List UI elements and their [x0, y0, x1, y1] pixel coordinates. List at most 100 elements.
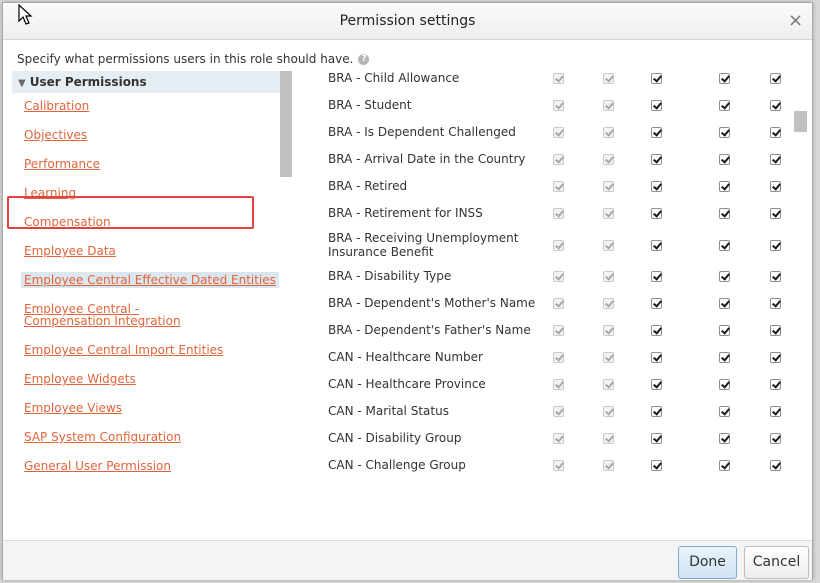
collapse-triangle-icon[interactable]: ▼	[18, 73, 26, 95]
permission-checkbox[interactable]	[651, 208, 662, 219]
category-link[interactable]: Objectives	[24, 129, 87, 141]
permission-row: BRA - Dependent's Father's Name	[323, 323, 793, 347]
dialog-title: Permission settings	[339, 13, 476, 29]
category-link[interactable]: Employee Central - Compensation Integrat…	[24, 303, 224, 327]
permission-checkbox[interactable]	[770, 406, 781, 417]
permission-checkbox[interactable]	[770, 433, 781, 444]
permission-checkbox[interactable]	[770, 460, 781, 471]
category-link[interactable]: Employee Central Import Entities	[24, 344, 223, 356]
permission-checkbox[interactable]	[770, 352, 781, 363]
permission-checkbox	[603, 352, 614, 363]
category-link[interactable]: Employee Views	[24, 402, 122, 414]
permission-checkbox[interactable]	[770, 154, 781, 165]
permission-label: BRA - Child Allowance	[328, 71, 460, 85]
left-scrollbar-thumb[interactable]	[280, 71, 292, 177]
permission-checkbox[interactable]	[770, 73, 781, 84]
permission-checkbox[interactable]	[770, 379, 781, 390]
permission-label: BRA - Retired	[328, 179, 408, 193]
permission-checkbox[interactable]	[719, 460, 730, 471]
permission-checkbox[interactable]	[719, 352, 730, 363]
category-link[interactable]: Performance	[24, 158, 100, 170]
permission-checkbox	[603, 433, 614, 444]
permission-checkbox[interactable]	[719, 181, 730, 192]
permission-checkbox[interactable]	[651, 271, 662, 282]
permission-checkbox[interactable]	[719, 406, 730, 417]
permission-checkbox[interactable]	[770, 181, 781, 192]
permission-label: BRA - Disability Type	[328, 269, 452, 283]
permission-checkbox	[603, 100, 614, 111]
permission-checkbox	[553, 240, 564, 251]
category-link[interactable]: General User Permission	[24, 460, 171, 472]
permission-checkbox[interactable]	[770, 208, 781, 219]
permission-checkbox[interactable]	[651, 240, 662, 251]
permission-label: BRA - Retirement for INSS	[328, 206, 483, 220]
category-link[interactable]: Employee Data	[24, 245, 116, 257]
permission-label: BRA - Is Dependent Challenged	[328, 125, 516, 139]
permission-checkbox[interactable]	[770, 240, 781, 251]
permission-label: CAN - Healthcare Province	[328, 377, 486, 391]
permission-checkbox[interactable]	[651, 379, 662, 390]
category-link[interactable]: Employee Widgets	[24, 373, 136, 385]
permission-checkbox[interactable]	[651, 460, 662, 471]
instruction-label: Specify what permissions users in this r…	[17, 52, 354, 66]
permission-checkbox	[603, 73, 614, 84]
permission-checkbox[interactable]	[719, 154, 730, 165]
permission-checkbox[interactable]	[651, 100, 662, 111]
permission-checkbox[interactable]	[770, 127, 781, 138]
done-button[interactable]: Done	[678, 546, 737, 579]
mouse-pointer-icon	[18, 4, 33, 25]
permission-checkbox[interactable]	[719, 208, 730, 219]
close-icon[interactable]: ×	[788, 12, 803, 30]
permission-checkbox[interactable]	[651, 325, 662, 336]
section-header-user-permissions[interactable]: ▼ User Permissions	[12, 71, 280, 93]
permission-row: BRA - Retired	[323, 179, 793, 203]
permission-label: BRA - Arrival Date in the Country	[328, 152, 526, 166]
permission-checkbox[interactable]	[651, 73, 662, 84]
permission-checkbox[interactable]	[770, 271, 781, 282]
permission-row: CAN - Disability Group	[323, 431, 793, 455]
permission-checkbox[interactable]	[719, 325, 730, 336]
permission-label: CAN - Healthcare Number	[328, 350, 483, 364]
permission-checkbox[interactable]	[651, 154, 662, 165]
permission-row: CAN - Healthcare Province	[323, 377, 793, 401]
permission-row: BRA - Is Dependent Challenged	[323, 125, 793, 149]
permission-label: BRA - Receiving Unemployment Insurance B…	[328, 231, 519, 259]
permission-checkbox	[553, 100, 564, 111]
permission-label: BRA - Dependent's Mother's Name	[328, 296, 536, 310]
permission-checkbox[interactable]	[770, 325, 781, 336]
permission-checkbox	[553, 406, 564, 417]
permission-checkbox[interactable]	[770, 298, 781, 309]
permission-checkbox[interactable]	[719, 240, 730, 251]
category-link[interactable]: Compensation	[24, 216, 111, 228]
permission-checkbox[interactable]	[651, 127, 662, 138]
permission-checkbox[interactable]	[651, 433, 662, 444]
category-link[interactable]: Learning	[24, 187, 76, 199]
permission-checkbox	[553, 154, 564, 165]
category-link[interactable]: Calibration	[24, 100, 89, 112]
permission-checkbox[interactable]	[651, 406, 662, 417]
permission-checkbox[interactable]	[651, 181, 662, 192]
permission-checkbox	[553, 433, 564, 444]
permission-checkbox	[553, 298, 564, 309]
instruction-text: Specify what permissions users in this r…	[17, 52, 370, 66]
permission-checkbox[interactable]	[719, 298, 730, 309]
permission-checkbox[interactable]	[719, 73, 730, 84]
permission-checkbox[interactable]	[719, 127, 730, 138]
permission-checkbox[interactable]	[651, 298, 662, 309]
permission-checkbox	[603, 298, 614, 309]
category-link[interactable]: Employee Central Effective Dated Entitie…	[21, 272, 279, 288]
permission-checkbox[interactable]	[719, 100, 730, 111]
category-link[interactable]: SAP System Configuration	[24, 431, 181, 443]
permission-category-list: ▼ User Permissions Calibration Objectives P…	[12, 71, 293, 483]
right-scrollbar-thumb[interactable]	[794, 111, 807, 132]
permission-checkbox	[603, 208, 614, 219]
permission-checkbox	[603, 154, 614, 165]
cancel-button[interactable]: Cancel	[744, 546, 809, 579]
permission-checkbox[interactable]	[770, 100, 781, 111]
permission-row: BRA - Student	[323, 98, 793, 122]
permission-checkbox[interactable]	[651, 352, 662, 363]
permission-checkbox[interactable]	[719, 433, 730, 444]
permission-checkbox[interactable]	[719, 379, 730, 390]
permission-checkbox[interactable]	[719, 271, 730, 282]
permission-grid: BRA - Child Allowance BRA - Student BRA - …	[323, 63, 793, 483]
